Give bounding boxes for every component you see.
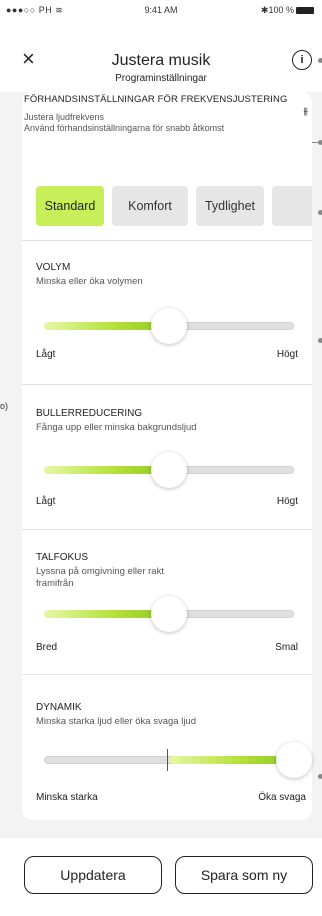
presets-description-line1: Justera ljudfrekvens	[24, 112, 105, 122]
preset-chip-more[interactable]	[272, 186, 312, 226]
dynamics-slider-knob[interactable]	[276, 742, 312, 778]
volume-max-label: Högt	[276, 349, 298, 360]
preset-chip-tydlighet[interactable]: Tydlighet	[196, 186, 264, 226]
divider	[22, 674, 312, 675]
dynamics-title: DYNAMIK	[36, 702, 82, 713]
speech-max-label: Smal	[275, 642, 298, 653]
noise-title: BULLERREDUCERING	[36, 408, 143, 419]
divider	[22, 529, 312, 530]
page-subtitle: Programinställningar	[115, 73, 207, 84]
settings-card: FÖRHANDSINSTÄLLNINGAR FÖR FREKVENSJUSTER…	[22, 92, 312, 820]
battery-icon	[296, 7, 314, 15]
page-title: Justera musik	[111, 52, 211, 69]
noise-subtitle: Fånga upp eller minska bakgrundsljud	[36, 422, 197, 433]
volume-min-label: Lågt	[36, 349, 56, 360]
header: × Justera musik Programinställningar i	[0, 22, 322, 92]
equalizer-icon[interactable]: ⫵	[303, 106, 308, 117]
presets-heading: FÖRHANDSINSTÄLLNINGAR FÖR FREKVENSJUSTER…	[24, 94, 288, 105]
edge-handle	[318, 210, 322, 215]
edge-handle	[318, 140, 322, 145]
speech-min-label: Bred	[36, 642, 58, 653]
dynamics-subtitle: Minska starka ljud eller öka svaga ljud	[36, 716, 196, 727]
volume-title: VOLYM	[36, 262, 71, 273]
bottom-bar: Uppdatera Spara som ny	[0, 838, 322, 916]
dynamics-center-mark	[167, 749, 168, 771]
preset-chip-komfort[interactable]: Komfort	[112, 186, 188, 226]
preset-chip-standard[interactable]: Standard	[36, 186, 104, 226]
speech-title: TALFOKUS	[36, 552, 89, 563]
presets-description: Justera ljudfrekvens Använd förhandsinst…	[24, 112, 224, 134]
dynamics-min-label: Minska starka	[36, 792, 98, 803]
speech-subtitle: Lyssna på omgivning eller rakt framifrån	[36, 566, 164, 589]
update-button[interactable]: Uppdatera	[24, 856, 162, 894]
side-label: o)	[0, 401, 9, 411]
info-icon[interactable]: i	[292, 50, 312, 70]
noise-slider-knob[interactable]	[151, 452, 187, 488]
volume-slider-knob[interactable]	[151, 308, 187, 344]
edge-handle	[318, 338, 322, 343]
dynamics-max-label: Öka svaga	[258, 792, 306, 803]
presets-description-line2: Använd förhandsinställningarna för snabb…	[24, 123, 225, 133]
edge-handle	[318, 58, 322, 63]
edge-handle	[318, 774, 322, 779]
volume-subtitle: Minska eller öka volymen	[36, 276, 143, 287]
save-as-new-button[interactable]: Spara som ny	[175, 856, 313, 894]
battery-status: ✱100 %	[261, 5, 314, 16]
noise-max-label: Högt	[276, 496, 298, 507]
noise-min-label: Lågt	[36, 496, 56, 507]
status-bar: ●●●○○ PH ≋ 9:41 AM ✱100 %	[0, 0, 322, 22]
divider	[22, 384, 312, 385]
divider	[22, 240, 312, 241]
speech-slider-knob[interactable]	[151, 596, 187, 632]
